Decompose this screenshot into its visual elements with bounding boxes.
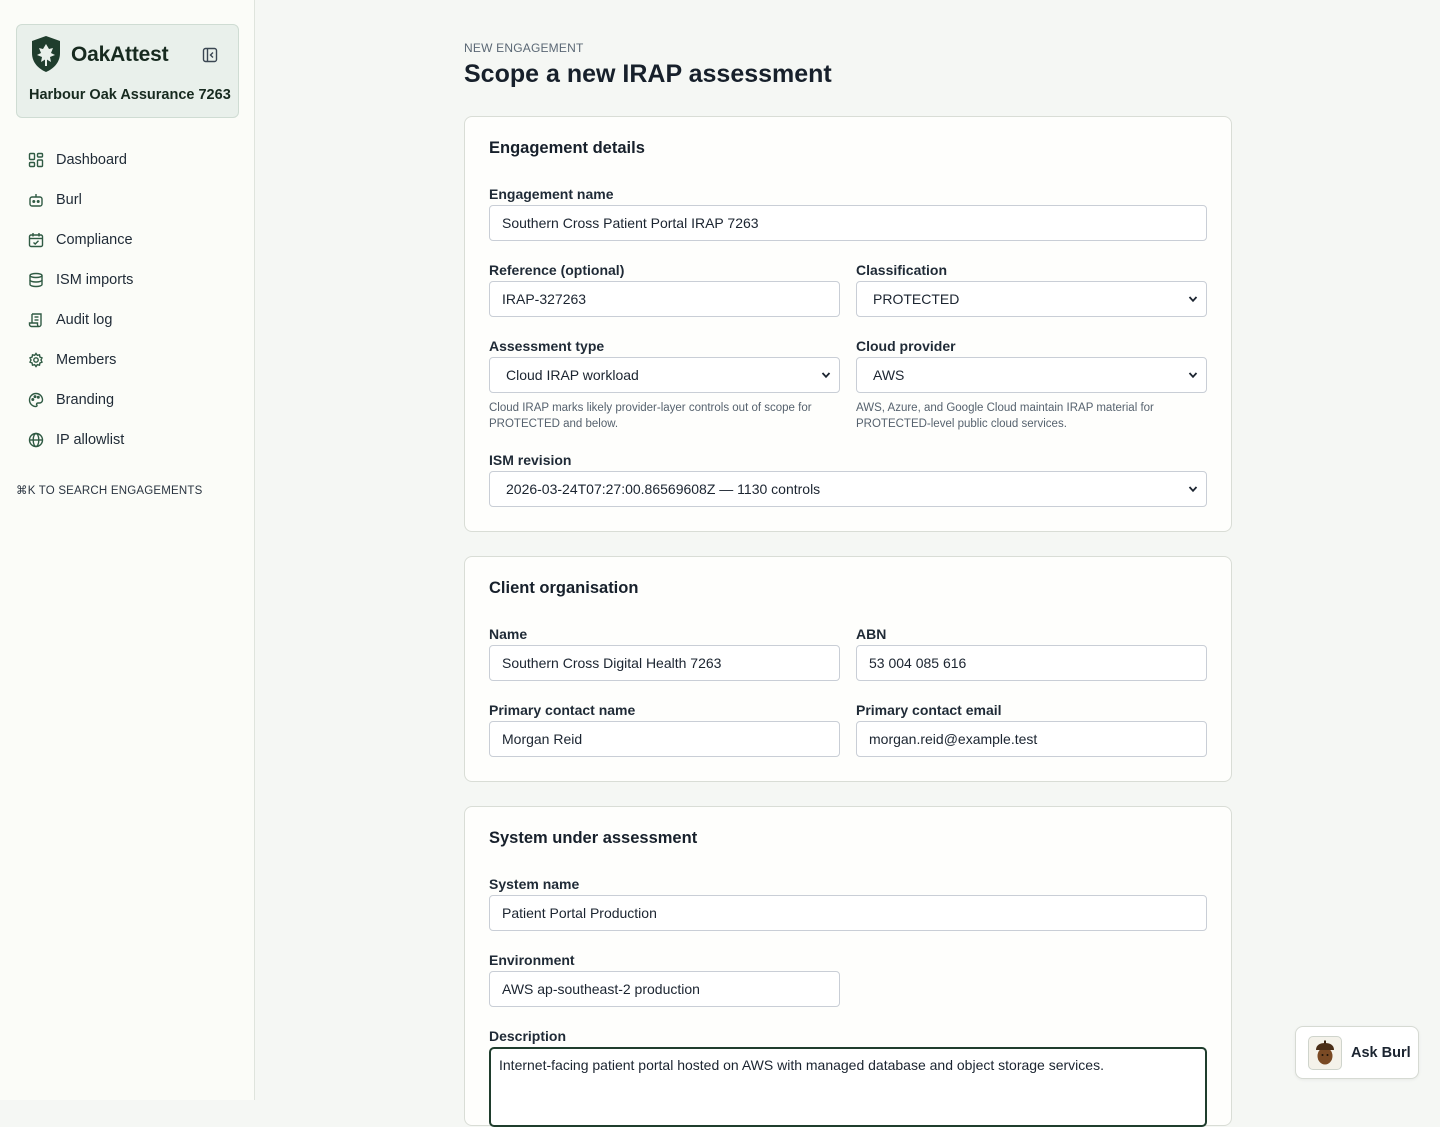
bot-icon bbox=[29, 194, 43, 207]
sidebar-item-label: Burl bbox=[56, 192, 82, 208]
sidebar-item-label: Branding bbox=[56, 392, 115, 408]
sidebar-item-label: IP allowlist bbox=[56, 432, 125, 448]
selected-value: AWS bbox=[873, 367, 905, 383]
sidebar-item-label: Dashboard bbox=[56, 152, 127, 168]
abn-label: ABN bbox=[856, 626, 887, 642]
globe-icon bbox=[28, 432, 44, 448]
palette-icon bbox=[28, 392, 44, 408]
contact-email-input[interactable] bbox=[856, 721, 1207, 757]
engagement-name-label: Engagement name bbox=[489, 186, 614, 202]
sidebar: OakAttest Harbour Oak Assurance 7263 Das… bbox=[0, 0, 255, 1100]
environment-input[interactable] bbox=[489, 971, 840, 1007]
contact-email-label: Primary contact email bbox=[856, 702, 1002, 718]
chevron-down-icon bbox=[1188, 372, 1198, 379]
dashboard-icon bbox=[28, 152, 44, 168]
cloud-provider-select[interactable]: AWS bbox=[856, 357, 1207, 393]
sidebar-item-label: ISM imports bbox=[56, 272, 134, 288]
client-name-label: Name bbox=[489, 626, 528, 642]
classification-select[interactable]: PROTECTED bbox=[856, 281, 1207, 317]
calendar-check-icon bbox=[28, 233, 44, 248]
sidebar-item-ip-allowlist[interactable]: IP allowlist bbox=[16, 420, 239, 460]
gear-icon bbox=[29, 352, 43, 368]
search-shortcut-hint: ⌘K TO SEARCH ENGAGEMENTS bbox=[16, 485, 203, 497]
ask-burl-label: Ask Burl bbox=[1351, 1044, 1411, 1061]
chevron-down-icon bbox=[1188, 296, 1198, 303]
engagement-name-input[interactable] bbox=[489, 205, 1207, 241]
card-title: Engagement details bbox=[489, 139, 645, 157]
selected-value: PROTECTED bbox=[873, 291, 960, 307]
card-title: System under assessment bbox=[489, 829, 698, 847]
system-name-label: System name bbox=[489, 876, 580, 892]
contact-name-label: Primary contact name bbox=[489, 702, 636, 718]
org-name: Harbour Oak Assurance 7263 bbox=[29, 87, 231, 103]
engagement-details-card: Engagement details Engagement name Refer… bbox=[464, 116, 1232, 532]
org-switcher[interactable]: OakAttest Harbour Oak Assurance 7263 bbox=[16, 24, 239, 118]
sidebar-item-branding[interactable]: Branding bbox=[16, 380, 239, 420]
reference-input[interactable] bbox=[489, 281, 840, 317]
card-title: Client organisation bbox=[489, 579, 639, 597]
page-eyebrow: NEW ENGAGEMENT bbox=[464, 41, 584, 55]
cloud-provider-help: AWS, Azure, and Google Cloud maintain IR… bbox=[856, 402, 1154, 430]
reference-label: Reference (optional) bbox=[489, 262, 625, 278]
ask-burl-button[interactable]: Ask Burl bbox=[1295, 1026, 1419, 1079]
sidebar-item-dashboard[interactable]: Dashboard bbox=[16, 140, 239, 180]
assessment-type-label: Assessment type bbox=[489, 338, 605, 354]
assessment-type-select[interactable]: Cloud IRAP workload bbox=[489, 357, 840, 393]
sidebar-item-label: Members bbox=[56, 352, 117, 368]
system-name-input[interactable] bbox=[489, 895, 1207, 931]
description-label: Description bbox=[489, 1028, 567, 1044]
sidebar-item-audit-log[interactable]: Audit log bbox=[16, 300, 239, 340]
scroll-icon bbox=[28, 313, 42, 328]
classification-label: Classification bbox=[856, 262, 948, 278]
chevron-down-icon bbox=[1188, 486, 1198, 493]
selected-value: Cloud IRAP workload bbox=[506, 367, 639, 383]
collapse-sidebar-icon[interactable] bbox=[202, 47, 218, 63]
sidebar-nav: Dashboard Burl Compliance ISM imports Au… bbox=[16, 140, 239, 460]
chevron-down-icon bbox=[821, 372, 831, 379]
cloud-provider-label: Cloud provider bbox=[856, 338, 956, 354]
ism-revision-label: ISM revision bbox=[489, 452, 572, 468]
sidebar-item-label: Audit log bbox=[56, 312, 113, 328]
ism-revision-select[interactable]: 2026-03-24T07:27:00.86569608Z — 1130 con… bbox=[489, 471, 1207, 507]
page-title: Scope a new IRAP assessment bbox=[464, 60, 832, 88]
description-textarea[interactable]: Internet-facing patient portal hosted on… bbox=[489, 1047, 1207, 1127]
contact-name-input[interactable] bbox=[489, 721, 840, 757]
client-organisation-card: Client organisation Name ABN Primary con… bbox=[464, 556, 1232, 782]
assessment-type-help: Cloud IRAP marks likely provider-layer c… bbox=[489, 402, 812, 430]
sidebar-item-members[interactable]: Members bbox=[16, 340, 239, 380]
sidebar-item-label: Compliance bbox=[56, 232, 133, 248]
acorn-avatar-icon bbox=[1308, 1035, 1342, 1070]
client-name-input[interactable] bbox=[489, 645, 840, 681]
environment-label: Environment bbox=[489, 952, 575, 968]
abn-input[interactable] bbox=[856, 645, 1207, 681]
sidebar-item-compliance[interactable]: Compliance bbox=[16, 220, 239, 260]
oak-logo-icon bbox=[32, 36, 60, 72]
database-icon bbox=[29, 272, 43, 288]
system-under-assessment-card: System under assessment System name Envi… bbox=[464, 806, 1232, 1127]
selected-value: 2026-03-24T07:27:00.86569608Z — 1130 con… bbox=[506, 481, 821, 497]
sidebar-item-burl[interactable]: Burl bbox=[16, 180, 239, 220]
sidebar-item-ism-imports[interactable]: ISM imports bbox=[16, 260, 239, 300]
brand-name: OakAttest bbox=[71, 43, 169, 66]
